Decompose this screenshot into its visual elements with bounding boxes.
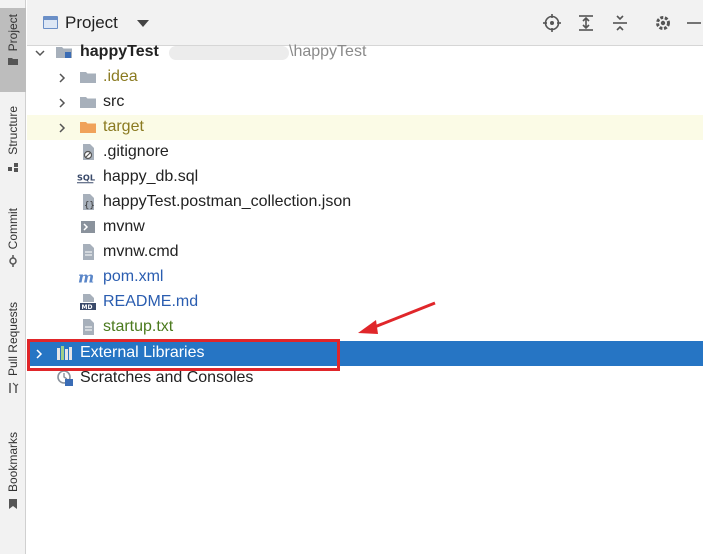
- json-file-icon: {}: [83, 194, 95, 211]
- tree-item-idea[interactable]: .idea: [27, 65, 703, 90]
- chevron-down-icon[interactable]: [35, 48, 45, 58]
- tree-item-label: target: [103, 118, 144, 135]
- scratches-icon: [57, 370, 73, 386]
- tree-root-happytest[interactable]: happyTest \happyTest: [27, 40, 703, 65]
- folder-icon: [80, 72, 96, 83]
- locate-icon: [543, 14, 561, 32]
- sql-file-icon: SQL: [77, 172, 95, 184]
- tree-item-src[interactable]: src: [27, 90, 703, 115]
- tab-commit[interactable]: Commit: [0, 204, 26, 280]
- text-file-icon: [83, 319, 94, 335]
- markdown-file-icon: MD: [80, 294, 96, 311]
- tree-item-label: mvnw.cmd: [103, 243, 179, 260]
- locate-button[interactable]: [542, 13, 562, 33]
- project-window-icon: [43, 16, 58, 29]
- bookmark-icon: [9, 499, 17, 510]
- tree-item-label: src: [103, 93, 125, 110]
- tree-item-mvnw[interactable]: mvnw: [27, 215, 703, 240]
- chevron-right-icon[interactable]: [57, 73, 67, 83]
- tree-item-target[interactable]: target: [27, 115, 703, 140]
- settings-button[interactable]: [653, 13, 673, 33]
- tab-project-label: Project: [6, 14, 20, 52]
- excluded-folder-icon: [80, 122, 96, 133]
- tab-commit-label: Commit: [6, 208, 20, 250]
- ignore-file-icon: [83, 144, 94, 160]
- pull-request-icon: [9, 382, 19, 394]
- tree-item-label: Scratches and Consoles: [80, 369, 254, 386]
- redacted-path: [169, 46, 289, 60]
- svg-text:MD: MD: [82, 304, 93, 311]
- tree-item-gitignore[interactable]: .gitignore: [27, 140, 703, 165]
- commit-icon: [9, 255, 17, 268]
- tree-root-path: \happyTest: [289, 43, 367, 60]
- chevron-right-icon[interactable]: [57, 98, 67, 108]
- ide-window: Project Structure Commit Pull Requests B…: [0, 0, 703, 554]
- tree-item-postman-json[interactable]: {} happyTest.postman_collection.json: [27, 190, 703, 215]
- module-folder-icon: [56, 47, 72, 58]
- expand-all-button[interactable]: [576, 13, 596, 33]
- tree-item-label: happyTest.postman_collection.json: [103, 193, 352, 210]
- tab-project[interactable]: Project: [0, 8, 26, 92]
- maven-icon: m: [78, 268, 94, 286]
- text-file-icon: [83, 244, 94, 260]
- expand-all-icon: [579, 15, 593, 31]
- folder-icon: [80, 97, 96, 108]
- svg-text:{}: {}: [84, 201, 95, 211]
- svg-text:SQL: SQL: [77, 172, 95, 182]
- tab-bookmarks-label: Bookmarks: [6, 432, 20, 493]
- tab-pull-requests[interactable]: Pull Requests: [0, 298, 26, 408]
- minimize-icon: [687, 22, 701, 24]
- tree-item-label: happy_db.sql: [103, 168, 199, 185]
- tree-root-label: happyTest: [80, 43, 159, 60]
- tree-item-mvnw-cmd[interactable]: mvnw.cmd: [27, 240, 703, 265]
- tool-window-strip: Project Structure Commit Pull Requests B…: [0, 0, 26, 554]
- tree-item-label: README.md: [103, 293, 199, 310]
- annotation-arrow-icon: [358, 301, 436, 334]
- folder-icon: [8, 58, 18, 66]
- shell-script-icon: [81, 221, 95, 233]
- tab-structure[interactable]: Structure: [0, 100, 26, 186]
- chevron-down-icon[interactable]: [137, 20, 149, 27]
- minimize-button[interactable]: [683, 13, 703, 33]
- structure-icon: [8, 162, 18, 172]
- annotation-callout-box: [27, 339, 340, 371]
- tree-item-label: .idea: [103, 68, 138, 85]
- collapse-all-button[interactable]: [610, 13, 630, 33]
- page-title[interactable]: Project: [65, 13, 118, 33]
- svg-text:m: m: [78, 268, 94, 286]
- tab-bookmarks[interactable]: Bookmarks: [0, 428, 26, 524]
- tree-item-label: .gitignore: [103, 143, 169, 160]
- gear-icon: [656, 16, 670, 30]
- tab-pull-requests-label: Pull Requests: [6, 302, 20, 377]
- tree-item-happy-db-sql[interactable]: SQL happy_db.sql: [27, 165, 703, 190]
- chevron-right-icon[interactable]: [57, 123, 67, 133]
- tree-item-label: pom.xml: [103, 268, 164, 285]
- tab-structure-label: Structure: [6, 106, 20, 155]
- collapse-all-icon: [613, 15, 627, 31]
- tree-item-label: mvnw: [103, 218, 145, 235]
- tree-item-label: startup.txt: [103, 318, 174, 335]
- tree-item-pom-xml[interactable]: m pom.xml: [27, 265, 703, 290]
